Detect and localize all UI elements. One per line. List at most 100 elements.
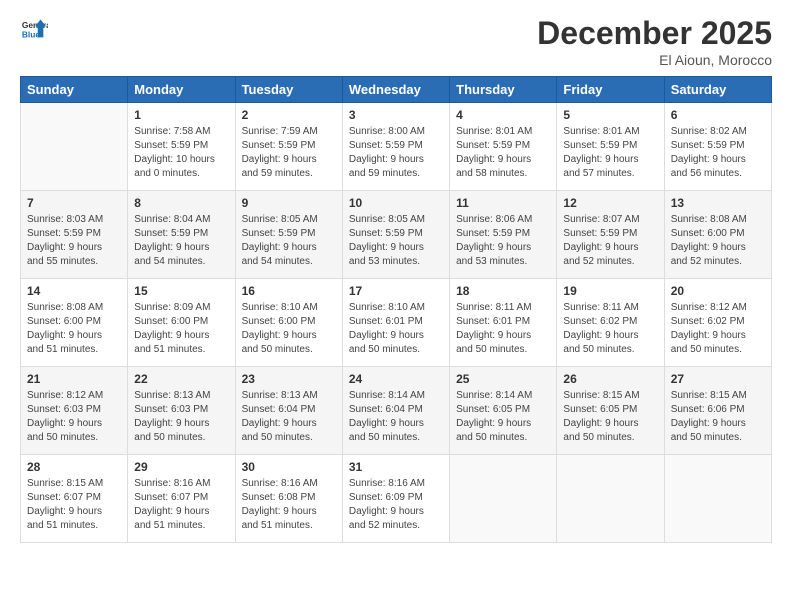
logo-icon: General Blue [20,15,48,43]
day-info: Sunrise: 8:08 AM Sunset: 6:00 PM Dayligh… [27,301,121,357]
calendar-week-row: 28 Sunrise: 8:15 AM Sunset: 6:07 PM Dayli… [21,455,772,543]
day-number: 28 [27,460,121,474]
header-thursday: Thursday [450,77,557,103]
table-row: 27Sunrise: 8:15 AM Sunset: 6:06 PM Dayli… [664,367,771,455]
day-info: Sunrise: 8:12 AM Sunset: 6:02 PM Dayligh… [671,301,765,357]
table-row: 18 Sunrise: 8:11 AM Sunset: 6:01 PM Dayli… [450,279,557,367]
day-info: Sunrise: 8:02 AM Sunset: 5:59 PM Dayligh… [671,125,765,181]
table-row [664,455,771,543]
day-number: 24 [349,372,443,386]
day-info: Sunrise: 8:04 AM Sunset: 5:59 PM Dayligh… [134,213,228,269]
day-number: 29 [134,460,228,474]
table-row: 16 Sunrise: 8:10 AM Sunset: 6:00 PM Dayli… [235,279,342,367]
table-row: 12Sunrise: 8:07 AM Sunset: 5:59 PM Dayli… [557,191,664,279]
calendar-week-row: 1 Sunrise: 7:58 AM Sunset: 5:59 PM Daylig… [21,103,772,191]
weekday-header-row: Sunday Monday Tuesday Wednesday Thursday… [21,77,772,103]
day-number: 19 [563,284,657,298]
table-row: 2 Sunrise: 7:59 AM Sunset: 5:59 PM Daylig… [235,103,342,191]
day-info: Sunrise: 8:01 AM Sunset: 5:59 PM Dayligh… [563,125,657,181]
table-row: 30 Sunrise: 8:16 AM Sunset: 6:08 PM Dayli… [235,455,342,543]
day-number: 23 [242,372,336,386]
day-number: 18 [456,284,550,298]
day-number: 21 [27,372,121,386]
table-row: 23 Sunrise: 8:13 AM Sunset: 6:04 PM Dayli… [235,367,342,455]
day-info: Sunrise: 8:16 AM Sunset: 6:07 PM Dayligh… [134,477,228,533]
day-number: 12 [563,196,657,210]
svg-text:Blue: Blue [22,29,40,39]
day-info: Sunrise: 8:05 AM Sunset: 5:59 PM Dayligh… [242,213,336,269]
header-friday: Friday [557,77,664,103]
day-info: Sunrise: 8:15 AM Sunset: 6:06 PM Dayligh… [671,389,765,445]
day-number: 11 [456,196,550,210]
logo: General Blue [20,15,48,43]
table-row: 22 Sunrise: 8:13 AM Sunset: 6:03 PM Dayli… [128,367,235,455]
day-info: Sunrise: 7:59 AM Sunset: 5:59 PM Dayligh… [242,125,336,181]
day-number: 1 [134,108,228,122]
day-info: Sunrise: 8:03 AM Sunset: 5:59 PM Dayligh… [27,213,121,269]
day-number: 9 [242,196,336,210]
day-number: 4 [456,108,550,122]
day-info: Sunrise: 8:14 AM Sunset: 6:05 PM Dayligh… [456,389,550,445]
day-number: 25 [456,372,550,386]
table-row: 6Sunrise: 8:02 AM Sunset: 5:59 PM Daylig… [664,103,771,191]
title-block: December 2025 El Aioun, Morocco [537,15,772,68]
day-info: Sunrise: 8:11 AM Sunset: 6:01 PM Dayligh… [456,301,550,357]
day-number: 7 [27,196,121,210]
day-info: Sunrise: 8:12 AM Sunset: 6:03 PM Dayligh… [27,389,121,445]
table-row: 5 Sunrise: 8:01 AM Sunset: 5:59 PM Daylig… [557,103,664,191]
table-row [450,455,557,543]
day-info: Sunrise: 8:11 AM Sunset: 6:02 PM Dayligh… [563,301,657,357]
day-number: 15 [134,284,228,298]
header-sunday: Sunday [21,77,128,103]
calendar-table: Sunday Monday Tuesday Wednesday Thursday… [20,76,772,543]
day-number: 17 [349,284,443,298]
day-number: 13 [671,196,765,210]
day-info: Sunrise: 8:15 AM Sunset: 6:07 PM Dayligh… [27,477,121,533]
month-year-title: December 2025 [537,15,772,52]
day-info: Sunrise: 8:15 AM Sunset: 6:05 PM Dayligh… [563,389,657,445]
day-info: Sunrise: 8:14 AM Sunset: 6:04 PM Dayligh… [349,389,443,445]
table-row: 14 Sunrise: 8:08 AM Sunset: 6:00 PM Dayli… [21,279,128,367]
day-info: Sunrise: 8:16 AM Sunset: 6:08 PM Dayligh… [242,477,336,533]
day-number: 5 [563,108,657,122]
day-number: 10 [349,196,443,210]
table-row: 28 Sunrise: 8:15 AM Sunset: 6:07 PM Dayli… [21,455,128,543]
table-row: 20 Sunrise: 8:12 AM Sunset: 6:02 PM Dayli… [664,279,771,367]
day-info: Sunrise: 8:06 AM Sunset: 5:59 PM Dayligh… [456,213,550,269]
day-number: 26 [563,372,657,386]
day-number: 16 [242,284,336,298]
table-row: 3Sunrise: 8:00 AM Sunset: 5:59 PM Daylig… [342,103,449,191]
header-tuesday: Tuesday [235,77,342,103]
day-info: Sunrise: 8:09 AM Sunset: 6:00 PM Dayligh… [134,301,228,357]
day-number: 20 [671,284,765,298]
day-info: Sunrise: 8:13 AM Sunset: 6:03 PM Dayligh… [134,389,228,445]
day-number: 14 [27,284,121,298]
table-row: 1 Sunrise: 7:58 AM Sunset: 5:59 PM Daylig… [128,103,235,191]
day-number: 22 [134,372,228,386]
day-info: Sunrise: 8:10 AM Sunset: 6:00 PM Dayligh… [242,301,336,357]
day-number: 30 [242,460,336,474]
table-row: 25 Sunrise: 8:14 AM Sunset: 6:05 PM Dayli… [450,367,557,455]
day-info: Sunrise: 8:08 AM Sunset: 6:00 PM Dayligh… [671,213,765,269]
table-row: 4Sunrise: 8:01 AM Sunset: 5:59 PM Daylig… [450,103,557,191]
header: General Blue December 2025 El Aioun, Mor… [20,15,772,68]
table-row [557,455,664,543]
day-info: Sunrise: 8:13 AM Sunset: 6:04 PM Dayligh… [242,389,336,445]
day-info: Sunrise: 8:05 AM Sunset: 5:59 PM Dayligh… [349,213,443,269]
calendar-week-row: 21 Sunrise: 8:12 AM Sunset: 6:03 PM Dayli… [21,367,772,455]
day-number: 2 [242,108,336,122]
table-row: 15 Sunrise: 8:09 AM Sunset: 6:00 PM Dayli… [128,279,235,367]
table-row [21,103,128,191]
day-info: Sunrise: 7:58 AM Sunset: 5:59 PM Dayligh… [134,125,228,181]
calendar-week-row: 7 Sunrise: 8:03 AM Sunset: 5:59 PM Daylig… [21,191,772,279]
table-row: 10 Sunrise: 8:05 AM Sunset: 5:59 PM Dayli… [342,191,449,279]
table-row: 8 Sunrise: 8:04 AM Sunset: 5:59 PM Daylig… [128,191,235,279]
header-wednesday: Wednesday [342,77,449,103]
table-row: 11 Sunrise: 8:06 AM Sunset: 5:59 PM Dayli… [450,191,557,279]
day-number: 8 [134,196,228,210]
calendar-week-row: 14 Sunrise: 8:08 AM Sunset: 6:00 PM Dayli… [21,279,772,367]
table-row: 17Sunrise: 8:10 AM Sunset: 6:01 PM Dayli… [342,279,449,367]
table-row: 7 Sunrise: 8:03 AM Sunset: 5:59 PM Daylig… [21,191,128,279]
table-row: 26 Sunrise: 8:15 AM Sunset: 6:05 PM Dayli… [557,367,664,455]
day-info: Sunrise: 8:16 AM Sunset: 6:09 PM Dayligh… [349,477,443,533]
